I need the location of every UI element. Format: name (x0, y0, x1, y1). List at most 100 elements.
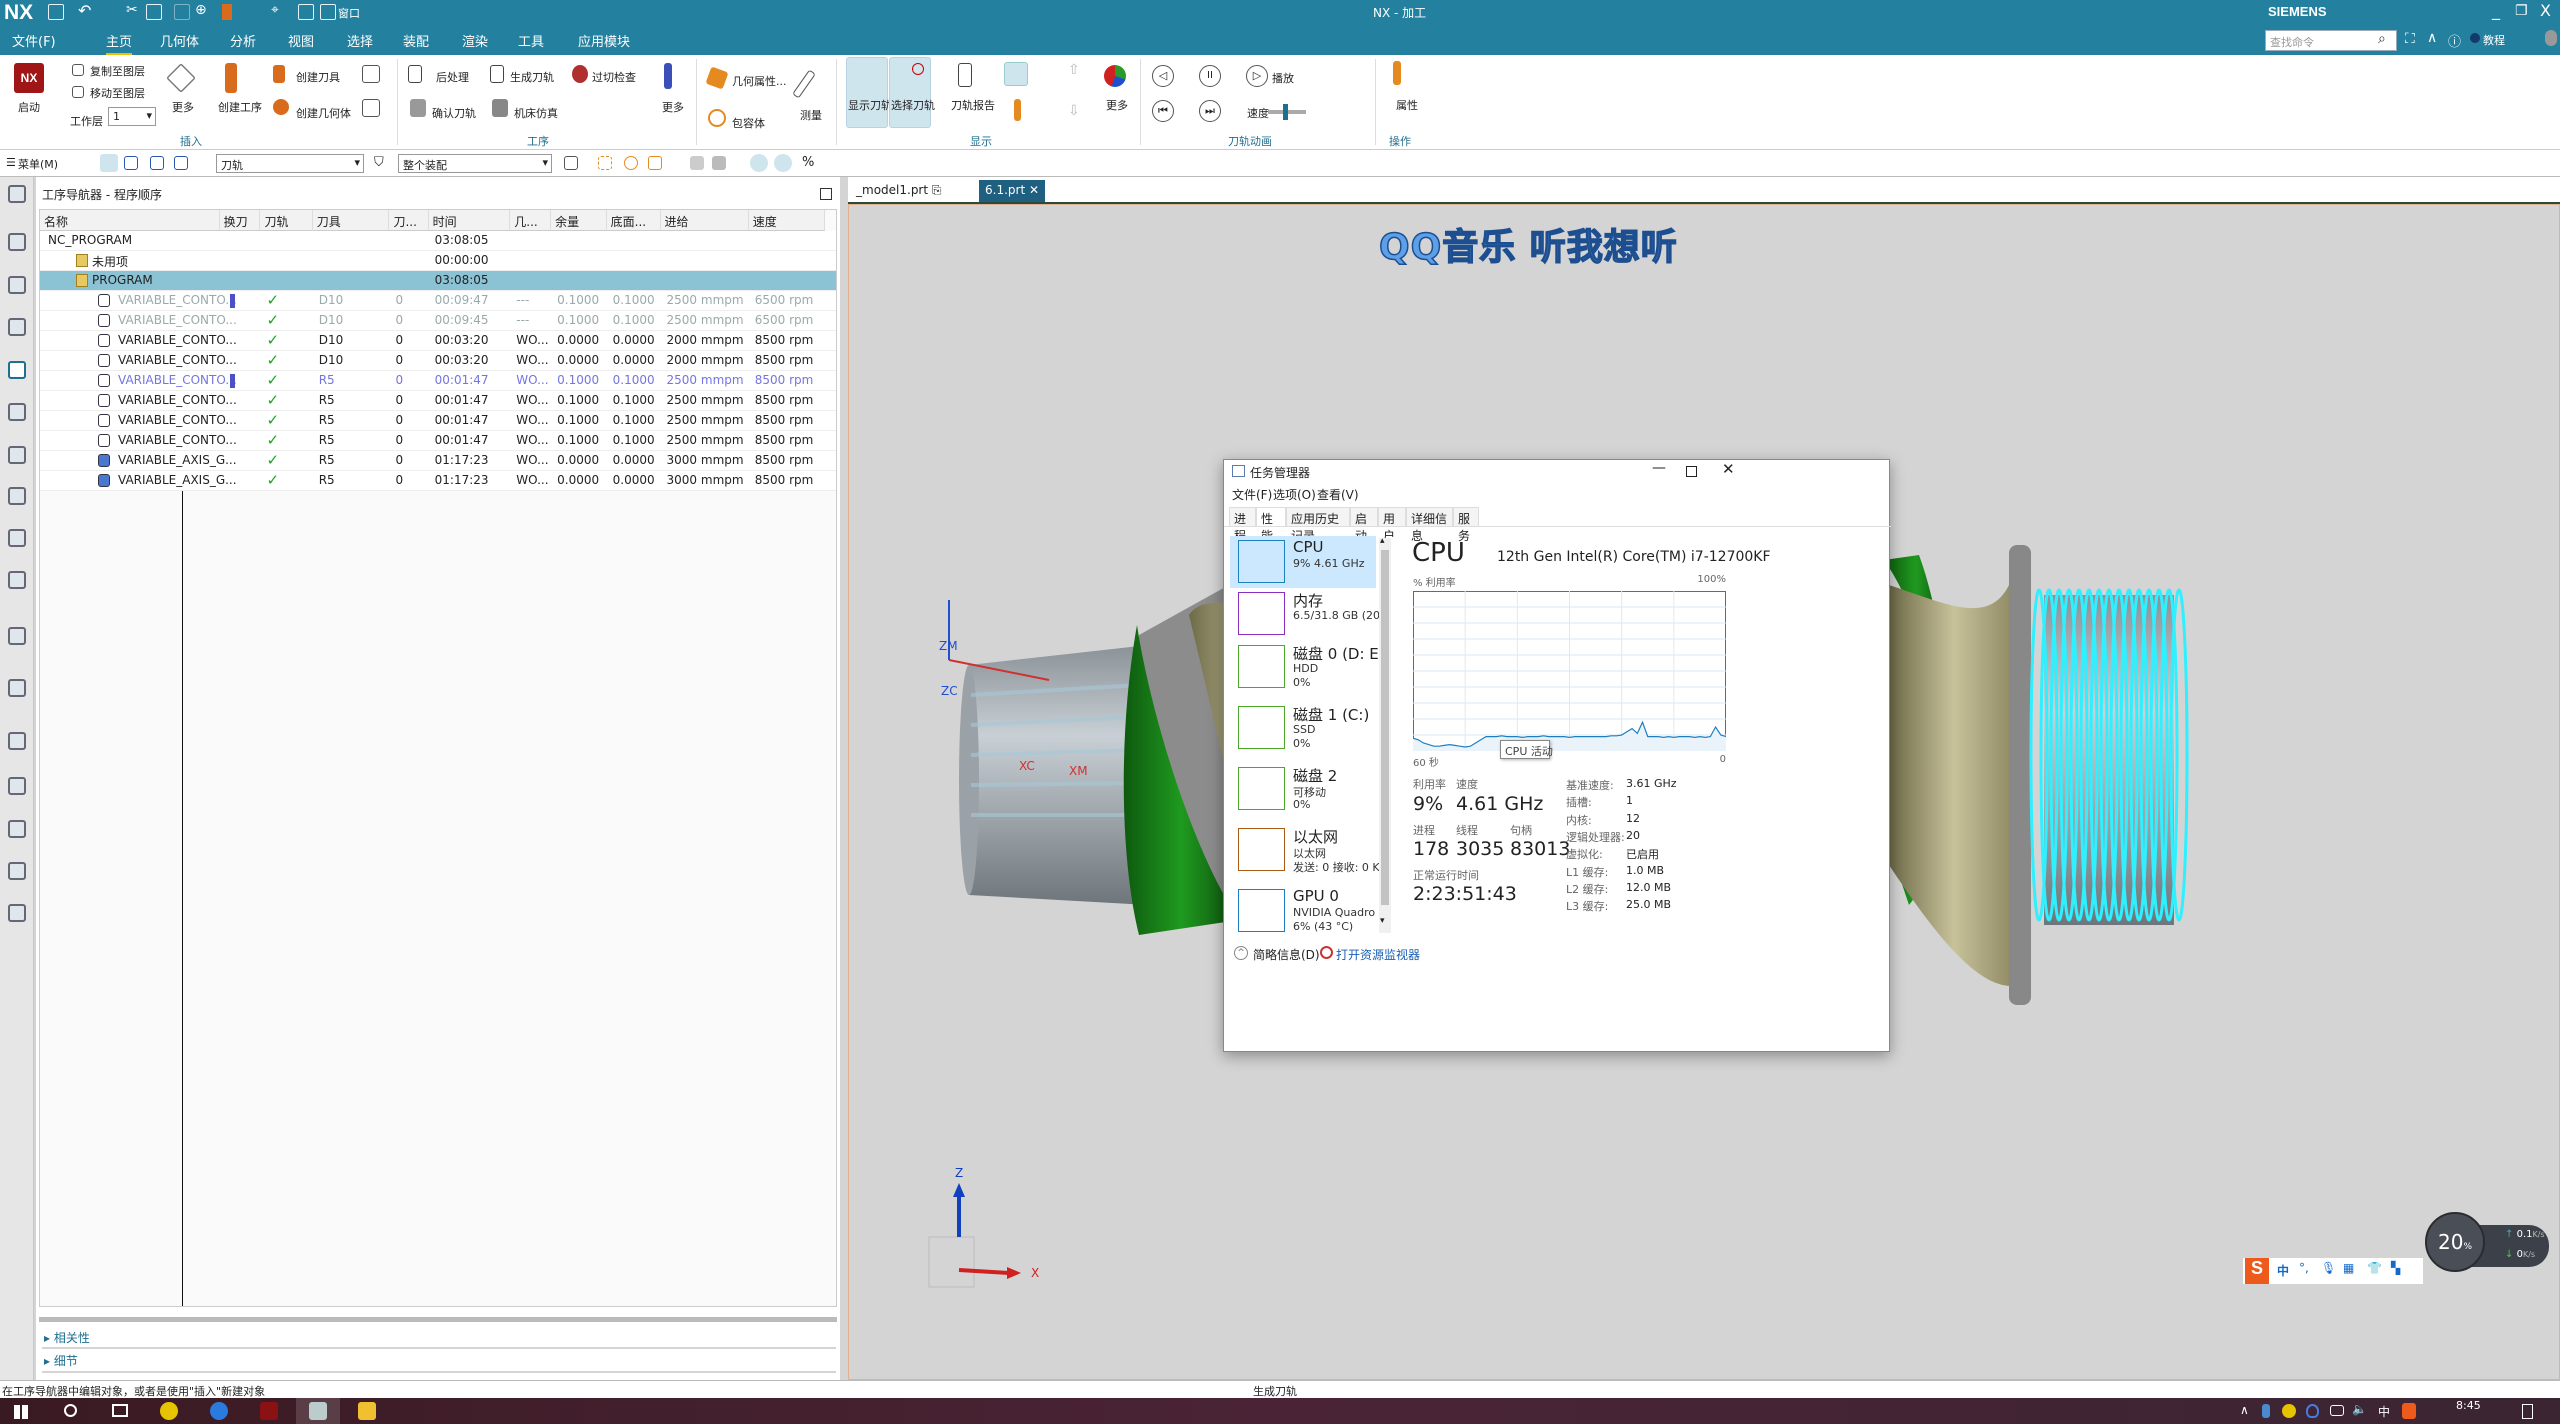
more-insert-button[interactable]: 更多 (172, 99, 194, 115)
resource-bar-icon[interactable] (8, 627, 26, 645)
sogou-tray-icon[interactable] (2402, 1403, 2416, 1419)
tab-5[interactable]: 详细信息 (1406, 507, 1453, 543)
column-header-stock[interactable]: 余量 (551, 210, 607, 231)
quadrant-snap-icon[interactable] (648, 156, 662, 170)
show-path-label[interactable]: 显示刀轨 (848, 97, 892, 113)
maximize-button[interactable] (1686, 466, 1697, 477)
tab-6-1[interactable]: 6.1.prt ✕ (979, 180, 1046, 202)
generate-path-button[interactable]: 生成刀轨 (510, 69, 554, 85)
table-row[interactable]: VARIABLE_AXIS_G... ✓ R5 0 01:17:23 WO... 0.000… (40, 471, 836, 491)
operation-name[interactable]: NC_PROGRAM (48, 233, 270, 247)
resource-bar-icon[interactable] (8, 529, 26, 547)
horizontal-scrollbar[interactable] (39, 1317, 837, 1322)
usb-icon[interactable] (2262, 1404, 2270, 1418)
close-tab-icon[interactable]: ✕ (1029, 183, 1039, 197)
menu-file[interactable]: 文件(F) (1232, 486, 1272, 503)
punctuation-icon[interactable]: °, (2299, 1261, 2309, 1275)
undo-icon[interactable]: ↶ (78, 1, 91, 20)
resource-bar-icon[interactable] (8, 185, 26, 203)
tray-expand-icon[interactable]: ∧ (2240, 1403, 2249, 1417)
percent-icon[interactable]: % (802, 155, 814, 170)
tab-1[interactable]: 性能 (1256, 507, 1286, 543)
table-row[interactable]: PROGRAM 03:08:05 (40, 271, 836, 291)
start-button[interactable]: 启动 (18, 99, 40, 115)
collapse-ribbon-icon[interactable]: ∧ (2427, 30, 2437, 46)
column-header-path[interactable]: 刀轨 (260, 210, 313, 231)
resource-bar-icon[interactable] (8, 777, 26, 795)
gallery2-icon[interactable] (362, 99, 380, 117)
down-arrow-icon[interactable]: ⇩ (1068, 103, 1080, 119)
skin-icon[interactable]: 👕 (2367, 1261, 2382, 1275)
table-row[interactable]: VARIABLE_CONTO... ✓ R5 0 00:01:47 WO... 0.1000… (40, 391, 836, 411)
machine-sim-button[interactable]: 机床仿真 (514, 105, 558, 121)
point-snap-icon[interactable] (598, 156, 612, 170)
operation-name[interactable]: VARIABLE_CONTO... (118, 293, 270, 307)
scroll-up-icon[interactable]: ▴ (1380, 536, 1385, 546)
resource-bar-icon[interactable] (8, 862, 26, 880)
resource-item[interactable]: 内存6.5/31.8 GB (20%) (1230, 588, 1384, 640)
microphone-icon[interactable]: 🎙 (2321, 1261, 2336, 1275)
column-header-time[interactable]: 时间 (428, 210, 511, 231)
menu-tab[interactable]: 应用模块 (578, 31, 630, 50)
table-row[interactable]: VARIABLE_CONTO... ✓ D10 0 00:03:20 WO... 0.000… (40, 331, 836, 351)
method-view-icon[interactable] (174, 156, 188, 170)
tutorial-link[interactable]: 教程 (2483, 32, 2505, 48)
security-icon[interactable] (2306, 1404, 2319, 1418)
resource-item[interactable]: 磁盘 2 可移动 0% (1230, 763, 1376, 815)
tab-3[interactable]: 启动 (1350, 507, 1378, 543)
create-geometry-button[interactable]: 创建几何体 (296, 105, 351, 121)
ime-toolbar[interactable]: S 中 °, 🎙 ▦ 👕 ▚ (2243, 1258, 2423, 1284)
copy-to-layer-button[interactable]: 复制至图层 (90, 63, 145, 79)
create-operation-button[interactable]: 创建工序 (218, 99, 262, 115)
file-explorer-icon[interactable] (358, 1402, 376, 1420)
resource-bar-icon[interactable] (8, 904, 26, 922)
gallery-icon[interactable] (362, 65, 380, 83)
resource-bar-icon[interactable] (8, 679, 26, 697)
operation-name[interactable]: VARIABLE_AXIS_G... (118, 473, 270, 487)
operation-name[interactable]: VARIABLE_CONTO... (118, 393, 270, 407)
operation-name[interactable]: VARIABLE_CONTO... (118, 353, 270, 367)
keyboard-icon[interactable]: ▦ (2343, 1261, 2354, 1275)
table-row[interactable]: VARIABLE_CONTO... ✓ D10 0 00:03:20 WO... 0.000… (40, 351, 836, 371)
filter-icon[interactable]: ⛉ (374, 155, 384, 170)
path-report-button[interactable]: 刀轨报告 (951, 97, 995, 113)
task-manager-taskbar-button[interactable] (296, 1398, 340, 1424)
tray-app-icon[interactable] (2282, 1404, 2296, 1418)
fewer-details-button[interactable]: 简略信息(D) (1253, 946, 1320, 963)
create-tool-button[interactable]: 创建刀具 (296, 69, 340, 85)
fullscreen-icon[interactable]: ⛶ (2405, 31, 2415, 47)
menu-tab[interactable]: 工具 (518, 31, 544, 50)
section-dependencies[interactable]: ▸ 相关性 (44, 1329, 90, 1346)
volume-icon[interactable]: 🔈 (2352, 1402, 2367, 1416)
mcs-icon[interactable] (774, 154, 792, 172)
save-icon[interactable] (48, 4, 64, 20)
select-path-toggle[interactable] (889, 57, 931, 128)
snap-icon[interactable] (564, 156, 578, 170)
center-snap-icon[interactable] (624, 156, 638, 170)
column-header-name[interactable]: 名称 (40, 210, 220, 231)
tab-model1[interactable]: _model1.prt ⎘ (850, 180, 948, 202)
tab-0[interactable]: 进程 (1229, 507, 1256, 543)
forward-button[interactable]: ⏭ (1199, 100, 1221, 122)
tab-6[interactable]: 服务 (1453, 507, 1479, 543)
operation-name[interactable]: 未用项 (92, 253, 270, 270)
program-order-view-icon[interactable] (100, 154, 118, 172)
maximize-icon[interactable] (820, 188, 832, 200)
resource-item[interactable]: 磁盘 0 (D: E:) HDD 0% (1230, 641, 1384, 693)
bounding-body-button[interactable]: 包容体 (732, 115, 765, 131)
wireframe-icon[interactable] (712, 156, 726, 170)
resource-item[interactable]: CPU 9% 4.61 GHz (1230, 536, 1376, 588)
ime-mode[interactable]: 中 (2277, 1262, 2289, 1279)
repeat-command-icon[interactable]: ⊕ (195, 2, 207, 18)
sogou-browser-icon[interactable] (210, 1402, 228, 1420)
verify-path-button[interactable]: 确认刀轨 (432, 105, 476, 121)
geometry-view-icon[interactable] (150, 156, 164, 170)
column-header-speed[interactable]: 速度 (748, 210, 826, 231)
menu-view[interactable]: 查看(V) (1317, 486, 1359, 503)
resource-item[interactable]: GPU 0 NVIDIA Quadro ... 6% (43 °C) (1230, 885, 1384, 936)
speed-slider-thumb[interactable] (1283, 104, 1289, 120)
network-icon[interactable] (2330, 1405, 2344, 1416)
task-view-icon[interactable] (112, 1404, 128, 1417)
table-row[interactable]: 未用项 00:00:00 (40, 251, 836, 271)
table-row[interactable]: VARIABLE_AXIS_G... ✓ R5 0 01:17:23 WO... 0.000… (40, 451, 836, 471)
